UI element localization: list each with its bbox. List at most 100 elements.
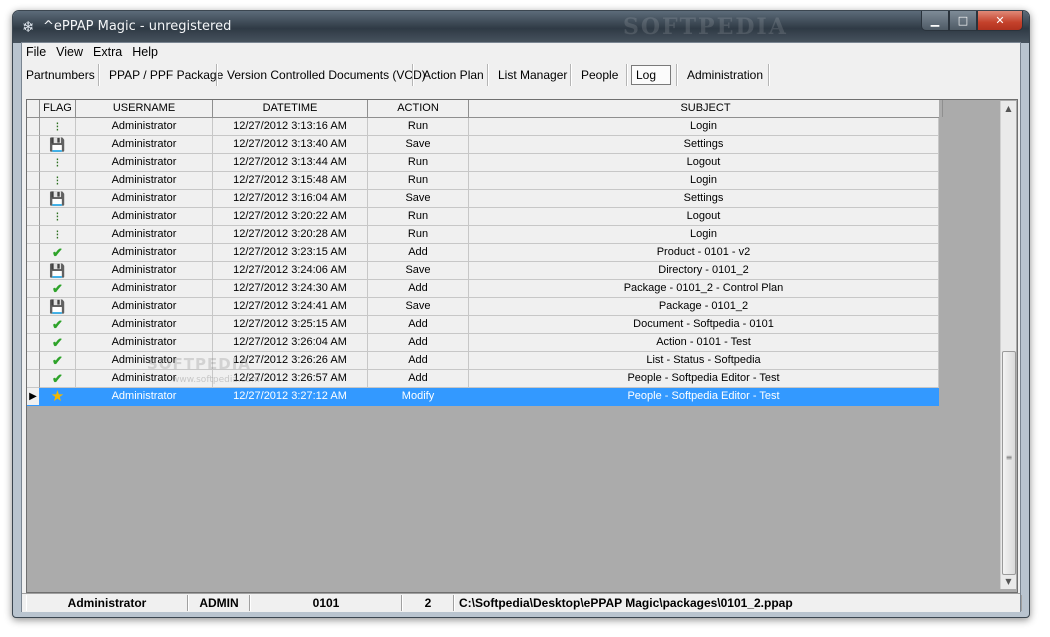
cell-username[interactable]: Administrator: [76, 118, 213, 136]
cell-flag[interactable]: 💾: [40, 262, 76, 280]
table-row[interactable]: 💾 Administrator 12/27/2012 3:24:06 AM Save D…: [27, 262, 939, 280]
cell-action[interactable]: Save: [368, 136, 469, 154]
row-header[interactable]: [27, 298, 40, 316]
cell-subject[interactable]: Settings: [469, 190, 939, 208]
cell-flag[interactable]: ⁝: [40, 154, 76, 172]
cell-datetime[interactable]: 12/27/2012 3:24:30 AM: [213, 280, 368, 298]
row-header[interactable]: [27, 316, 40, 334]
cell-username[interactable]: Administrator: [76, 244, 213, 262]
gear-icon[interactable]: ❄: [22, 18, 35, 36]
table-row[interactable]: ⁝ Administrator 12/27/2012 3:15:48 AM Run Lo…: [27, 172, 939, 190]
nav-people[interactable]: People: [581, 66, 618, 84]
nav-list-manager[interactable]: List Manager: [498, 66, 567, 84]
cell-action[interactable]: Save: [368, 190, 469, 208]
cell-subject[interactable]: Logout: [469, 208, 939, 226]
cell-username[interactable]: Administrator: [76, 136, 213, 154]
cell-flag[interactable]: ✔: [40, 316, 76, 334]
cell-username[interactable]: Administrator: [76, 262, 213, 280]
row-header[interactable]: [27, 226, 40, 244]
row-header[interactable]: [27, 280, 40, 298]
menu-view[interactable]: View: [52, 43, 89, 63]
cell-subject[interactable]: Package - 0101_2: [469, 298, 939, 316]
table-row[interactable]: 💾 Administrator 12/27/2012 3:16:04 AM Save S…: [27, 190, 939, 208]
cell-flag[interactable]: ⁝: [40, 172, 76, 190]
cell-datetime[interactable]: 12/27/2012 3:24:41 AM: [213, 298, 368, 316]
cell-subject[interactable]: Logout: [469, 154, 939, 172]
cell-subject[interactable]: Action - 0101 - Test: [469, 334, 939, 352]
col-subject[interactable]: SUBJECT: [469, 100, 943, 117]
menu-file[interactable]: File: [22, 43, 52, 63]
table-row[interactable]: 💾 Administrator 12/27/2012 3:13:40 AM Save S…: [27, 136, 939, 154]
nav-ppap-package[interactable]: PPAP / PPF Package: [109, 66, 223, 84]
row-header[interactable]: [27, 136, 40, 154]
nav-action-plan[interactable]: Action Plan: [423, 66, 484, 84]
row-header[interactable]: ▶: [27, 388, 40, 406]
cell-datetime[interactable]: 12/27/2012 3:13:16 AM: [213, 118, 368, 136]
nav-vcd[interactable]: Version Controlled Documents (VCD): [227, 66, 426, 84]
table-row[interactable]: ✔ Administrator 12/27/2012 3:26:04 AM Add Ac…: [27, 334, 939, 352]
cell-subject[interactable]: List - Status - Softpedia: [469, 352, 939, 370]
cell-username[interactable]: Administrator: [76, 316, 213, 334]
title-bar[interactable]: ❄ ^ePPAP Magic - unregistered SOFTPEDIA …: [13, 11, 1029, 43]
cell-action[interactable]: Run: [368, 172, 469, 190]
table-row[interactable]: ⁝ Administrator 12/27/2012 3:20:22 AM Run Lo…: [27, 208, 939, 226]
cell-action[interactable]: Modify: [368, 388, 469, 406]
row-header[interactable]: [27, 190, 40, 208]
cell-action[interactable]: Run: [368, 118, 469, 136]
row-header[interactable]: [27, 118, 40, 136]
scroll-up-icon[interactable]: ▲: [1001, 101, 1016, 116]
row-header[interactable]: [27, 154, 40, 172]
cell-action[interactable]: Add: [368, 370, 469, 388]
cell-username[interactable]: Administrator: [76, 154, 213, 172]
cell-datetime[interactable]: 12/27/2012 3:16:04 AM: [213, 190, 368, 208]
cell-flag[interactable]: ✔: [40, 280, 76, 298]
cell-username[interactable]: Administrator: [76, 190, 213, 208]
cell-flag[interactable]: ⁝: [40, 226, 76, 244]
nav-partnumbers[interactable]: Partnumbers: [26, 66, 95, 84]
scroll-thumb[interactable]: ≡: [1002, 351, 1016, 575]
row-header[interactable]: [27, 244, 40, 262]
cell-datetime[interactable]: 12/27/2012 3:27:12 AM: [213, 388, 368, 406]
col-flag[interactable]: FLAG: [40, 100, 76, 117]
cell-flag[interactable]: 💾: [40, 136, 76, 154]
row-header[interactable]: [27, 370, 40, 388]
cell-subject[interactable]: Package - 0101_2 - Control Plan: [469, 280, 939, 298]
cell-flag[interactable]: ✔: [40, 244, 76, 262]
table-row[interactable]: ✔ Administrator 12/27/2012 3:24:30 AM Add Pa…: [27, 280, 939, 298]
cell-action[interactable]: Add: [368, 352, 469, 370]
table-row[interactable]: ⁝ Administrator 12/27/2012 3:13:16 AM Run Lo…: [27, 118, 939, 136]
table-row[interactable]: ✔ Administrator 12/27/2012 3:23:15 AM Add Pr…: [27, 244, 939, 262]
table-row[interactable]: 💾 Administrator 12/27/2012 3:24:41 AM Save P…: [27, 298, 939, 316]
cell-flag[interactable]: ✔: [40, 334, 76, 352]
cell-action[interactable]: Add: [368, 334, 469, 352]
cell-username[interactable]: Administrator: [76, 280, 213, 298]
close-button[interactable]: ✕: [977, 11, 1023, 31]
cell-action[interactable]: Add: [368, 244, 469, 262]
row-header[interactable]: [27, 334, 40, 352]
cell-datetime[interactable]: 12/27/2012 3:24:06 AM: [213, 262, 368, 280]
table-row[interactable]: ▶ ★ Administrator 12/27/2012 3:27:12 AM Modi…: [27, 388, 939, 406]
cell-flag[interactable]: ★: [40, 388, 76, 406]
cell-subject[interactable]: Document - Softpedia - 0101: [469, 316, 939, 334]
row-header[interactable]: [27, 208, 40, 226]
col-datetime[interactable]: DATETIME: [213, 100, 368, 117]
row-header[interactable]: [27, 262, 40, 280]
cell-username[interactable]: Administrator: [76, 208, 213, 226]
cell-subject[interactable]: Product - 0101 - v2: [469, 244, 939, 262]
cell-username[interactable]: Administrator: [76, 388, 213, 406]
cell-subject[interactable]: Login: [469, 226, 939, 244]
cell-datetime[interactable]: 12/27/2012 3:15:48 AM: [213, 172, 368, 190]
table-row[interactable]: ⁝ Administrator 12/27/2012 3:20:28 AM Run Lo…: [27, 226, 939, 244]
cell-action[interactable]: Run: [368, 208, 469, 226]
nav-log[interactable]: Log: [631, 65, 671, 85]
cell-datetime[interactable]: 12/27/2012 3:20:28 AM: [213, 226, 368, 244]
cell-subject[interactable]: Directory - 0101_2: [469, 262, 939, 280]
cell-action[interactable]: Add: [368, 280, 469, 298]
cell-flag[interactable]: 💾: [40, 298, 76, 316]
cell-action[interactable]: Add: [368, 316, 469, 334]
cell-subject[interactable]: People - Softpedia Editor - Test: [469, 388, 939, 406]
log-table[interactable]: FLAG USERNAME DATETIME ACTION SUBJECT ⁝ A…: [27, 100, 943, 592]
vertical-scrollbar[interactable]: ▲ ≡ ▼: [1000, 101, 1016, 589]
cell-username[interactable]: Administrator: [76, 334, 213, 352]
cell-subject[interactable]: Login: [469, 172, 939, 190]
